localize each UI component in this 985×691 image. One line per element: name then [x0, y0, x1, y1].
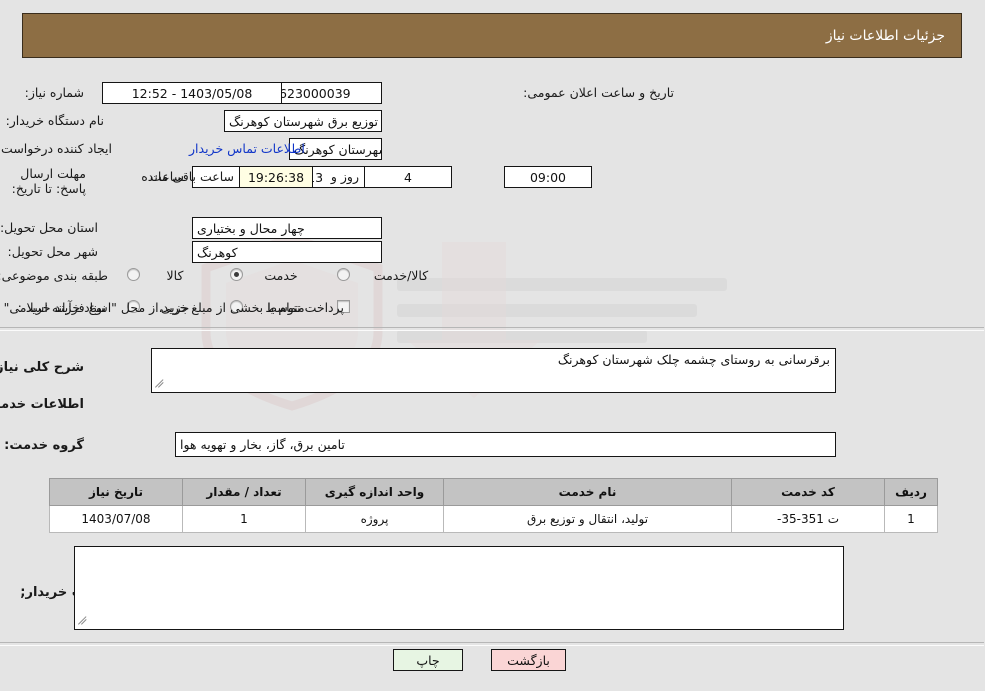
page-header: جزئیات اطلاعات نیاز: [23, 13, 963, 58]
cell-unit: پروژه: [306, 505, 445, 533]
cell-row-no: 1: [885, 505, 939, 533]
col-quantity: تعداد / مقدار: [183, 478, 307, 506]
cell-service-name: تولید، انتقال و توزیع برق: [444, 505, 733, 533]
col-service-name: نام خدمت: [444, 478, 733, 506]
buyer-org-label: نام دستگاه خریدار:: [6, 113, 105, 128]
col-service-code: کد خدمت: [732, 478, 886, 506]
page-title: جزئیات اطلاعات نیاز: [826, 27, 946, 44]
panel-divider-bottom: [0, 642, 985, 646]
col-need-date: تاریخ نیاز: [50, 478, 184, 506]
city-label: شهر محل تحویل:: [8, 244, 99, 259]
category-label: طبقه بندی موضوعی:: [0, 268, 109, 283]
announce-label: تاریخ و ساعت اعلان عمومی:: [524, 85, 675, 100]
table-row[interactable]: 1 ت 351-35- تولید، انتقال و توزیع برق پر…: [50, 505, 939, 533]
deadline-label: مهلت ارسال پاسخ: تا تاریخ:: [12, 166, 87, 196]
service-group-label: گروه خدمت:: [5, 438, 85, 453]
services-section-heading: اطلاعات خدمات مورد نیاز: [0, 397, 85, 412]
deadline-days-label: روز و: [331, 169, 360, 184]
cell-need-date: 1403/07/08: [50, 505, 184, 533]
need-description-textarea[interactable]: برقرسانی به روستای چشمه چلک شهرستان کوهر…: [152, 348, 837, 393]
col-row-no: ردیف: [885, 478, 939, 506]
back-button[interactable]: بازگشت: [492, 649, 567, 671]
radio-category-khedmat[interactable]: [231, 268, 244, 281]
cell-quantity: 1: [183, 505, 307, 533]
city-field[interactable]: کوهرنگ: [193, 241, 383, 263]
radio-category-kala-khedmat-label: کالا/خدمت: [374, 268, 430, 283]
treasury-note: پرداخت تمام یا بخشی از مبلغ خرید،از محل …: [0, 300, 345, 315]
radio-category-kala-label: کالا: [167, 268, 185, 283]
services-table: ردیف کد خدمت نام خدمت واحد اندازه گیری ت…: [50, 478, 939, 533]
remaining-time-field[interactable]: 19:26:38: [240, 166, 314, 188]
panel-divider-top: [0, 327, 985, 331]
table-header-row: ردیف کد خدمت نام خدمت واحد اندازه گیری ت…: [50, 478, 939, 506]
radio-category-kala[interactable]: [128, 268, 141, 281]
creator-label: ایجاد کننده درخواست:: [0, 141, 113, 156]
buyer-comments-textarea[interactable]: [75, 546, 845, 630]
col-unit: واحد اندازه گیری: [306, 478, 445, 506]
province-label: استان محل تحویل:: [0, 220, 99, 235]
description-label: شرح کلی نیاز;: [0, 360, 85, 375]
announce-field[interactable]: 1403/05/08 - 12:52: [103, 82, 283, 104]
buyer-contact-link[interactable]: اطلاعات تماس خریدار: [190, 141, 306, 156]
remaining-time-label: ساعت باقی مانده: [142, 169, 235, 184]
deadline-days-field[interactable]: 4: [365, 166, 453, 188]
watermark: [0, 215, 985, 425]
service-group-field[interactable]: تامین برق، گاز، بخار و تهویه هوا: [176, 432, 837, 457]
radio-category-khedmat-label: خدمت: [265, 268, 299, 283]
need-number-label: شماره نیاز:: [25, 85, 85, 100]
buyer-org-field[interactable]: مدیریت توزیع برق شهرستان کوهرنگ: [225, 110, 383, 132]
cell-service-code: ت 351-35-: [732, 505, 886, 533]
radio-category-kala-khedmat[interactable]: [338, 268, 351, 281]
province-field[interactable]: چهار محال و بختیاری: [193, 217, 383, 239]
deadline-time-field[interactable]: 09:00: [505, 166, 593, 188]
print-button[interactable]: چاپ: [394, 649, 464, 671]
